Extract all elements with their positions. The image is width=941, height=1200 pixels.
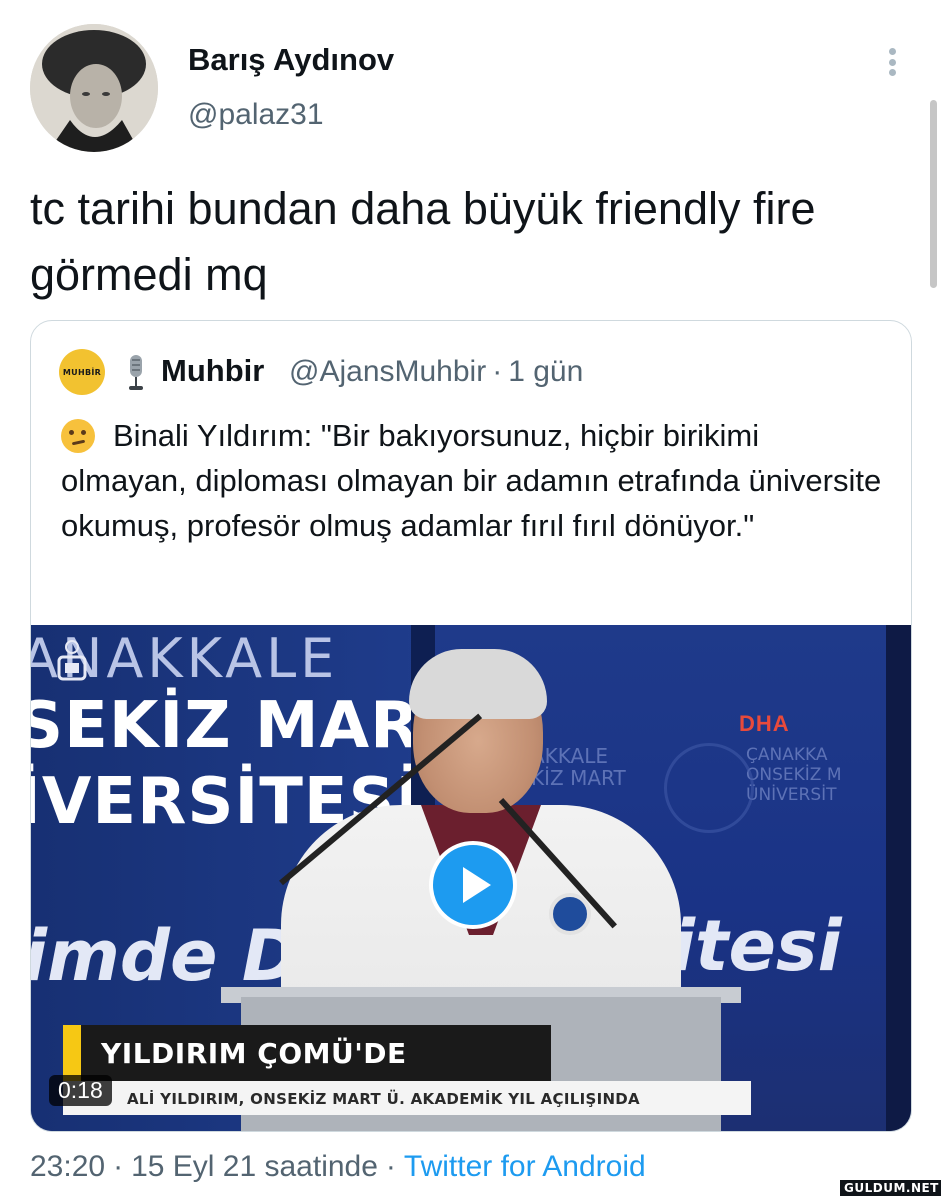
quoted-avatar-text: MUHBİR [62, 367, 102, 377]
play-icon[interactable] [429, 841, 517, 929]
author-avatar[interactable] [30, 24, 158, 152]
quoted-tweet-card[interactable]: MUHBİR Muhbir @AjansMuhbir · 1 gün Binali … [30, 320, 912, 1132]
quoted-avatar[interactable]: MUHBİR [59, 349, 105, 395]
video-bg-text: imde D [31, 915, 300, 997]
tweet-footer: 23:20 · 15 Eyl 21 saatinde · Twitter for And… [30, 1150, 646, 1184]
news-caption: YILDIRIM ÇOMÜ'DE [63, 1025, 551, 1081]
news-ticker: ALİ YILDIRIM, ONSEKİZ MART Ü. AKADEMİK Y… [63, 1081, 751, 1115]
author-handle[interactable]: @palaz31 [188, 98, 324, 132]
quoted-author-handle[interactable]: @AjansMuhbir [289, 355, 486, 388]
video-bg-text: AKKALE KİZ MART [531, 744, 626, 790]
author-name[interactable]: Barış Aydınov [188, 42, 394, 78]
microphone-icon [129, 355, 143, 390]
tweet-text: tc tarihi bundan daha büyük friendly fir… [30, 183, 816, 300]
video-duration: 0:18 [49, 1075, 112, 1106]
badge [549, 893, 591, 935]
channel-logo: DHA [739, 711, 790, 736]
video-player[interactable]: ANAKKALE SEKİZ MART İVERSİTESİ AKKALE Kİ… [31, 625, 911, 1131]
quoted-time[interactable]: 1 gün [508, 355, 583, 388]
tweet-date[interactable]: 15 Eyl 21 saatinde [131, 1150, 378, 1183]
video-bg-text: SEKİZ MART [31, 689, 463, 763]
footer-separator: · [385, 1150, 396, 1183]
university-seal [664, 743, 754, 833]
quoted-author-name[interactable]: Muhbir [161, 353, 264, 389]
caption-title: YILDIRIM ÇOMÜ'DE [101, 1037, 407, 1070]
more-vertical-icon[interactable] [878, 44, 906, 80]
footer-separator: · [113, 1150, 124, 1183]
quoted-meta: @AjansMuhbir · 1 gün [289, 355, 589, 389]
tv-icon [57, 640, 87, 681]
video-bg-text: itesi [671, 905, 842, 987]
quoted-text-content: Binali Yıldırım: "Bir bakıyorsunuz, hiçb… [61, 418, 882, 543]
ticker-text: ALİ YILDIRIM, ONSEKİZ MART Ü. AKADEMİK Y… [127, 1090, 640, 1108]
meta-separator: · [492, 355, 503, 388]
video-bg-text: ÇANAKKA ONSEKİZ M ÜNİVERSİT [746, 745, 842, 805]
scrollbar[interactable] [930, 100, 937, 288]
site-watermark: GULDUM.NET [840, 1180, 941, 1196]
quoted-tweet-text: Binali Yıldırım: "Bir bakıyorsunuz, hiçb… [61, 413, 891, 548]
tweet-source-link[interactable]: Twitter for Android [404, 1150, 646, 1183]
tweet-time[interactable]: 23:20 [30, 1150, 105, 1183]
